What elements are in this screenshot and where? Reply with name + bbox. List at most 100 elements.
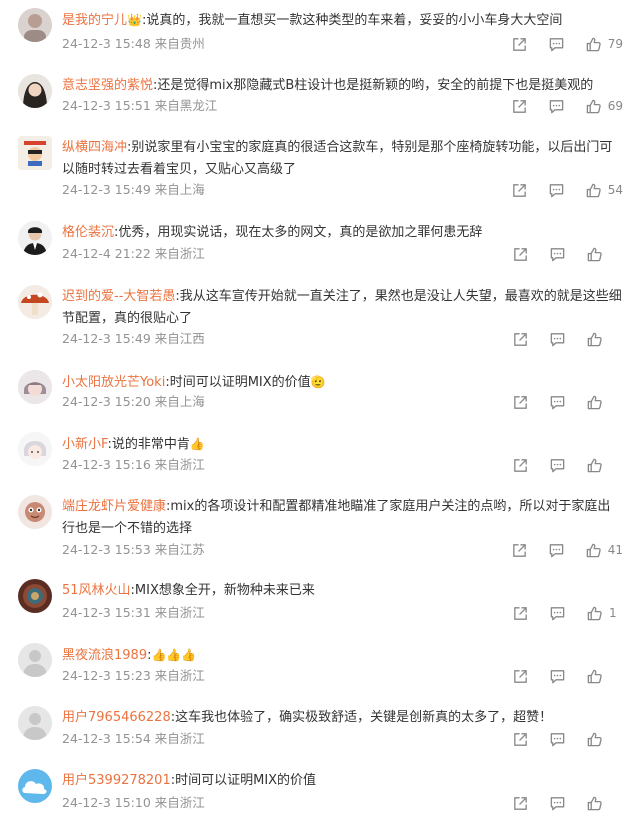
comment-username[interactable]: 纵横四海冲 — [62, 140, 127, 155]
like-button[interactable]: 69 — [585, 98, 623, 115]
avatar[interactable] — [18, 221, 52, 255]
comment-content: :别说家里有小宝宝的家庭真的很适合这款车，特别是那个座椅旋转功能，以后出门可以随… — [62, 140, 613, 177]
share-button[interactable] — [512, 731, 529, 748]
reply-button[interactable] — [549, 605, 566, 622]
comment-username[interactable]: 黑夜流浪1989 — [62, 648, 147, 663]
comment-meta: 24-12-3 15:23 来自浙江 — [62, 668, 205, 684]
comment-meta: 24-12-3 15:31 来自浙江 — [62, 605, 205, 621]
avatar[interactable] — [18, 579, 52, 613]
share-button[interactable] — [511, 182, 528, 199]
thumbs-up-icon — [587, 606, 602, 620]
reply-button[interactable] — [548, 542, 565, 559]
like-count: 41 — [607, 543, 623, 557]
reply-button[interactable] — [549, 795, 566, 812]
like-button[interactable] — [586, 394, 623, 411]
comment-location: 来自浙江 — [154, 668, 205, 683]
share-button[interactable] — [512, 246, 529, 263]
like-button[interactable] — [586, 795, 623, 812]
thumbs-up-icon — [587, 796, 602, 810]
avatar[interactable] — [18, 432, 52, 466]
like-button[interactable]: 41 — [585, 542, 623, 559]
comment-content: :说真的，我就一直想买一款这种类型的车来着，妥妥的小小车身大大空间 — [141, 13, 563, 28]
share-button[interactable] — [512, 668, 529, 685]
like-button[interactable] — [586, 668, 623, 685]
comment-icon — [550, 395, 565, 409]
share-icon — [512, 99, 526, 113]
comment-meta: 24-12-3 15:49 来自上海 — [62, 182, 205, 198]
comment-list: 是我的宁儿👑:说真的，我就一直想买一款这种类型的车来着，妥妥的小小车身大大空间 … — [0, 0, 637, 834]
comment-username[interactable]: 小新小F — [62, 437, 107, 452]
comment-time: 24-12-3 15:48 — [62, 36, 151, 51]
comment-icon — [549, 183, 564, 197]
like-count: 1 — [609, 606, 617, 620]
avatar[interactable] — [18, 285, 52, 319]
like-button[interactable] — [586, 246, 623, 263]
comment-content: :说的非常中肯 — [107, 437, 190, 452]
comment-username[interactable]: 51风林火山 — [62, 583, 131, 598]
avatar[interactable] — [18, 706, 52, 740]
share-button[interactable] — [511, 98, 528, 115]
comment-time: 24-12-4 21:22 — [62, 246, 151, 261]
share-button[interactable] — [512, 457, 529, 474]
reply-button[interactable] — [548, 98, 565, 115]
thumbs-up-icon — [587, 732, 602, 746]
share-button[interactable] — [512, 605, 529, 622]
reply-button[interactable] — [549, 394, 566, 411]
like-button[interactable]: 1 — [586, 605, 623, 622]
like-button[interactable]: 54 — [585, 182, 623, 199]
comment-location: 来自黑龙江 — [154, 98, 218, 113]
avatar[interactable] — [18, 495, 52, 529]
comment-username[interactable]: 迟到的爱--大智若愚 — [62, 289, 175, 304]
like-count: 79 — [607, 37, 623, 51]
comment-text: 迟到的爱--大智若愚:我从这车宣传开始就一直关注了，果然也是没让人失望，最喜欢的… — [62, 286, 623, 330]
like-button[interactable] — [586, 331, 623, 348]
share-icon — [514, 732, 527, 746]
comment-time: 24-12-3 15:49 — [62, 331, 151, 346]
comment-username[interactable]: 小太阳放光芒Yoki — [62, 375, 165, 390]
thumbs-up-emoji: 👍 — [189, 437, 205, 451]
like-button[interactable] — [586, 457, 623, 474]
comment-username[interactable]: 端庄龙虾片爱健康 — [62, 499, 166, 514]
share-icon — [514, 395, 527, 409]
comment-location: 来自浙江 — [154, 605, 205, 620]
avatar[interactable] — [18, 370, 52, 404]
comment-username[interactable]: 用户7965466228 — [62, 710, 171, 725]
reply-button[interactable] — [549, 731, 566, 748]
reply-button[interactable] — [549, 457, 566, 474]
comment-actions — [492, 667, 623, 685]
reply-button[interactable] — [549, 331, 566, 348]
share-button[interactable] — [512, 394, 529, 411]
comment-meta: 24-12-4 21:22 来自浙江 — [62, 246, 205, 262]
comment-username[interactable]: 意志坚强的紫悦 — [62, 78, 153, 93]
user-badge: 👑 — [127, 13, 142, 27]
share-button[interactable] — [512, 331, 529, 348]
share-button[interactable] — [512, 795, 529, 812]
reply-button[interactable] — [549, 246, 566, 263]
comment-icon — [549, 543, 564, 557]
comment-time: 24-12-3 15:20 — [62, 394, 151, 409]
reply-button[interactable] — [548, 182, 565, 199]
comment-username[interactable]: 用户5399278201 — [62, 773, 171, 788]
comment-time: 24-12-3 15:16 — [62, 457, 151, 472]
share-button[interactable] — [511, 36, 528, 53]
avatar[interactable] — [18, 136, 52, 170]
comment-username[interactable]: 格伦装沉 — [62, 225, 114, 240]
comment-content: :MIX想象全开，新物种未来已来 — [130, 583, 315, 598]
avatar[interactable] — [18, 74, 52, 108]
like-button[interactable] — [586, 731, 623, 748]
like-button[interactable]: 79 — [585, 36, 623, 53]
comment-text: 纵横四海冲:别说家里有小宝宝的家庭真的很适合这款车，特别是那个座椅旋转功能，以后… — [62, 137, 623, 181]
avatar[interactable] — [18, 8, 52, 42]
comment-location: 来自贵州 — [154, 36, 205, 51]
share-button[interactable] — [511, 542, 528, 559]
share-icon — [512, 37, 526, 51]
reply-button[interactable] — [549, 668, 566, 685]
comment-icon — [550, 669, 565, 683]
comment-location: 来自上海 — [154, 394, 205, 409]
thumbs-up-icon — [587, 332, 602, 346]
comment-username[interactable]: 是我的宁儿 — [62, 13, 127, 28]
share-icon — [512, 543, 526, 557]
avatar[interactable] — [18, 769, 52, 803]
avatar[interactable] — [18, 643, 52, 677]
reply-button[interactable] — [548, 36, 565, 53]
